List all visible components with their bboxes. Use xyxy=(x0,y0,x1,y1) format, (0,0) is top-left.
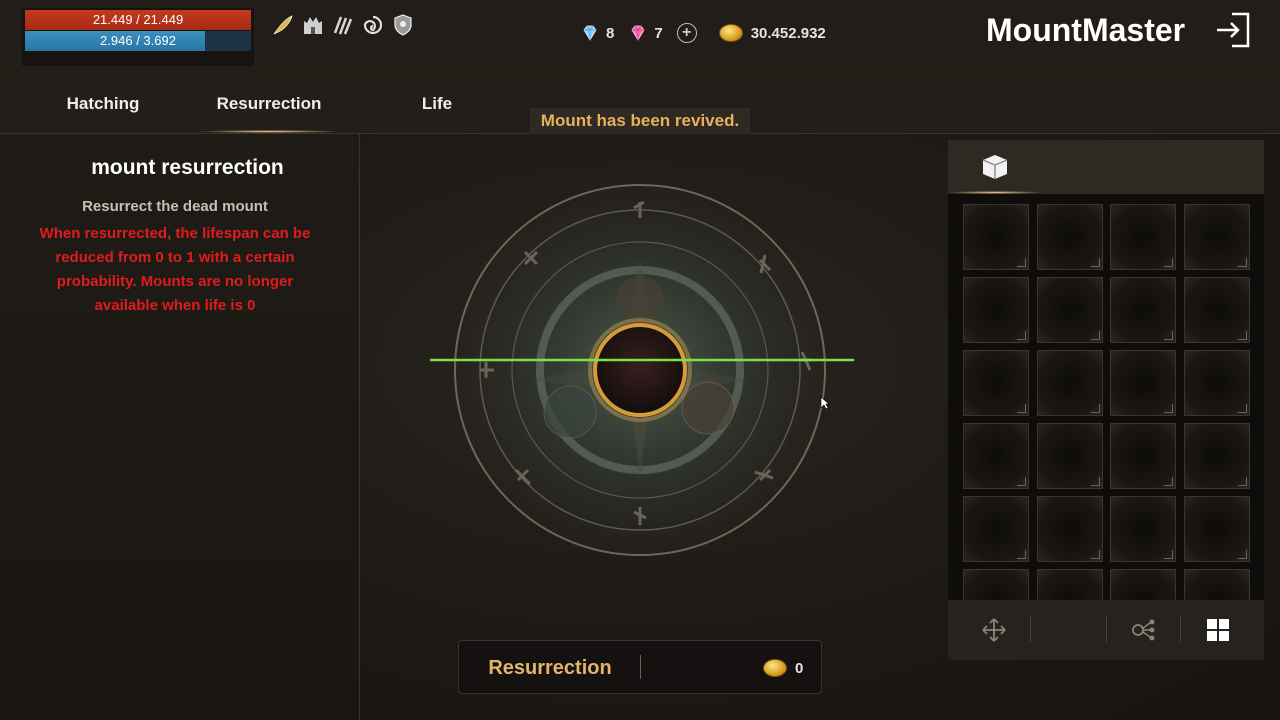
inventory-slot[interactable] xyxy=(963,569,1029,600)
tab-life[interactable]: Life xyxy=(406,94,468,114)
gold-coin-icon xyxy=(718,24,743,42)
resurrection-action-bar: Resurrection 0 xyxy=(458,640,822,694)
divider xyxy=(1106,616,1107,642)
exit-icon[interactable] xyxy=(1214,10,1252,50)
notice-message: Mount has been revived. xyxy=(530,108,750,134)
swirl-buff-icon[interactable] xyxy=(360,12,386,38)
inventory-panel xyxy=(948,140,1264,660)
warning-line: When resurrected, the lifespan can be xyxy=(39,225,311,242)
castle-buff-icon[interactable] xyxy=(300,12,326,38)
inventory-slot[interactable] xyxy=(1110,569,1176,600)
panel-warning: When resurrected, the lifespan can be re… xyxy=(20,222,330,318)
inventory-slot[interactable] xyxy=(1183,350,1250,416)
inventory-slot[interactable] xyxy=(1036,350,1103,416)
warning-line: probability. Mounts are no longer xyxy=(56,273,294,290)
inventory-slot[interactable] xyxy=(963,350,1029,416)
resurrection-circle xyxy=(430,184,854,556)
inventory-slot[interactable] xyxy=(1183,277,1250,343)
inventory-slot[interactable] xyxy=(1036,204,1103,270)
warning-line: reduced from 0 to 1 with a certain xyxy=(55,249,295,266)
claw-buff-icon[interactable] xyxy=(330,12,356,38)
resurrection-button[interactable]: Resurrection xyxy=(459,641,641,693)
inventory-slot[interactable] xyxy=(1110,350,1176,416)
blue-gem-icon xyxy=(583,25,597,41)
inventory-slot[interactable] xyxy=(1036,569,1103,600)
inventory-slot[interactable] xyxy=(1110,204,1176,270)
move-icon[interactable] xyxy=(980,616,1008,644)
inventory-slot[interactable] xyxy=(963,496,1029,562)
inventory-footer xyxy=(948,600,1264,660)
inventory-slot[interactable] xyxy=(1036,277,1103,343)
inventory-tab[interactable] xyxy=(948,140,1042,194)
inventory-slot[interactable] xyxy=(963,423,1029,489)
inventory-header xyxy=(948,140,1264,194)
pink-gem-count: 7 xyxy=(654,24,663,42)
warning-line: available when life is 0 xyxy=(94,297,256,314)
inventory-slot[interactable] xyxy=(1183,423,1250,489)
inventory-slot[interactable] xyxy=(1036,496,1103,562)
mouse-cursor-icon xyxy=(820,396,830,410)
gold-amount: 30.452.932 xyxy=(750,24,826,42)
tab-resurrection[interactable]: Resurrection xyxy=(196,94,342,114)
panel-title: mount resurrection xyxy=(91,156,284,179)
currency-display: 8 7 + 30.452.932 xyxy=(580,20,826,46)
buff-list xyxy=(270,12,416,38)
add-currency-button[interactable]: + xyxy=(676,23,697,43)
share-icon[interactable] xyxy=(1130,616,1158,644)
panel-description: Resurrect the dead mount xyxy=(82,198,268,215)
inventory-slot[interactable] xyxy=(1183,496,1250,562)
pink-gem-icon xyxy=(631,25,645,41)
divider xyxy=(640,655,641,679)
status-bars: 21.449 / 21.449 2.946 / 3.692 xyxy=(22,8,254,66)
gold-coin-icon xyxy=(763,659,787,677)
tab-hatching[interactable]: Hatching xyxy=(44,94,162,114)
inventory-slot[interactable] xyxy=(1110,277,1176,343)
blue-gem-count: 8 xyxy=(606,24,615,42)
shield-buff-icon[interactable] xyxy=(390,12,416,38)
cost-amount: 0 xyxy=(795,659,804,677)
mp-bar: 2.946 / 3.692 xyxy=(25,31,251,51)
hp-bar: 21.449 / 21.449 xyxy=(25,10,251,30)
mp-text: 2.946 / 3.692 xyxy=(100,33,176,48)
inventory-slot[interactable] xyxy=(1183,569,1250,600)
inventory-grid xyxy=(948,194,1264,600)
hp-text: 21.449 / 21.449 xyxy=(92,12,184,27)
inventory-slot[interactable] xyxy=(1110,423,1176,489)
page-title: MountMaster xyxy=(986,12,1186,48)
divider xyxy=(1180,616,1181,642)
inventory-slot[interactable] xyxy=(963,204,1029,270)
top-bar: 21.449 / 21.449 2.946 / 3.692 8 7 + 30.4… xyxy=(0,0,1280,134)
inventory-slot[interactable] xyxy=(1183,204,1250,270)
box-icon xyxy=(982,155,1008,179)
active-tab-indicator xyxy=(196,130,342,133)
divider xyxy=(1030,616,1031,642)
inventory-slot[interactable] xyxy=(963,277,1029,343)
grid-view-icon[interactable] xyxy=(1204,616,1232,644)
inventory-slot[interactable] xyxy=(1036,423,1103,489)
feather-buff-icon[interactable] xyxy=(270,12,296,38)
resurrection-cost: 0 xyxy=(763,659,803,677)
info-panel: mount resurrection Resurrect the dead mo… xyxy=(0,134,360,720)
inventory-slot[interactable] xyxy=(1110,496,1176,562)
